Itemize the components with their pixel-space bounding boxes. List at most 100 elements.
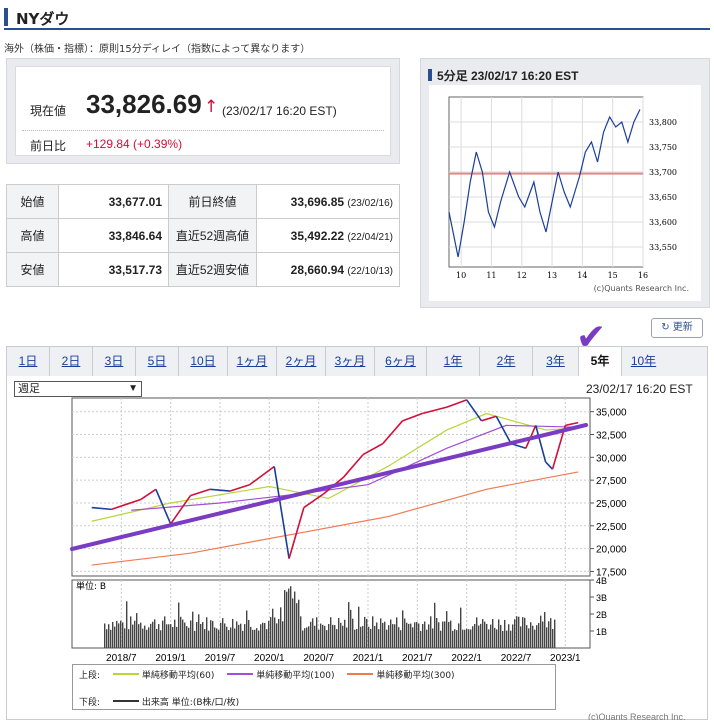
volume-bar	[326, 630, 328, 648]
volume-bar	[536, 625, 538, 648]
volume-bar	[110, 629, 112, 648]
volume-bar	[262, 622, 264, 648]
volume-bar	[394, 624, 396, 648]
volume-bar	[360, 626, 362, 648]
volume-bar	[144, 625, 146, 648]
volume-bar	[390, 619, 392, 648]
volume-bar	[118, 623, 120, 648]
volume-bar	[338, 617, 340, 648]
x-tick-label: 2022/7	[501, 653, 532, 664]
volume-bar	[324, 625, 326, 648]
volume-bar	[304, 628, 306, 648]
volume-bar	[112, 621, 114, 648]
volume-bar	[552, 628, 554, 648]
volume-bar	[382, 622, 384, 648]
volume-bar	[282, 621, 284, 648]
volume-bar	[354, 629, 356, 648]
volume-bar	[332, 624, 334, 648]
volume-bar	[380, 618, 382, 648]
x-tick-label: 2022/1	[451, 653, 482, 664]
volume-bar	[310, 621, 312, 648]
volume-bar	[334, 625, 336, 648]
y-tick-label: 27,500	[596, 476, 627, 487]
volume-bar	[252, 629, 254, 648]
legend-lower-label: 下段:	[79, 698, 101, 708]
volume-bar	[416, 622, 418, 648]
volume-bar	[438, 622, 440, 648]
volume-bar	[142, 628, 144, 648]
volume-bar	[150, 623, 152, 648]
volume-bar	[472, 626, 474, 648]
volume-bar	[292, 598, 294, 648]
volume-bar	[290, 586, 292, 648]
volume-bar	[516, 616, 518, 648]
volume-bar	[124, 628, 126, 648]
volume-bar	[218, 629, 220, 648]
x-tick-label: 2021/7	[402, 653, 433, 664]
volume-bar	[166, 624, 168, 648]
volume-bar	[168, 624, 170, 648]
volume-bar	[224, 623, 226, 648]
volume-bar	[228, 630, 230, 648]
volume-bar	[374, 625, 376, 648]
volume-bar	[440, 630, 442, 648]
volume-bar	[242, 630, 244, 648]
volume-bar	[542, 621, 544, 648]
volume-bar	[426, 629, 428, 648]
volume-bar	[534, 629, 536, 648]
volume-bar	[514, 619, 516, 648]
volume-bar	[266, 629, 268, 648]
volume-bar	[294, 591, 296, 648]
volume-bar	[346, 627, 348, 648]
volume-bar	[460, 607, 462, 648]
volume-bar	[396, 617, 398, 648]
volume-bar	[402, 610, 404, 648]
volume-bar	[214, 627, 216, 648]
volume-bar	[192, 611, 194, 648]
volume-bar	[318, 629, 320, 648]
volume-bar	[240, 623, 242, 648]
volume-bar	[418, 623, 420, 648]
volume-bar	[208, 630, 210, 648]
volume-bar	[434, 602, 436, 648]
volume-bar	[202, 622, 204, 648]
volume-bar	[506, 630, 508, 648]
volume-bar	[206, 617, 208, 648]
volume-bar	[450, 620, 452, 648]
volume-bar	[330, 617, 332, 648]
volume-bar	[140, 622, 142, 648]
volume-bar	[178, 602, 180, 648]
volume-bar	[154, 619, 156, 648]
volume-bar	[196, 622, 198, 648]
volume-bar	[314, 625, 316, 648]
volume-bar	[500, 624, 502, 648]
volume-bar	[464, 629, 466, 648]
volume-bar	[220, 622, 222, 648]
volume-bar	[454, 629, 456, 648]
volume-bar	[548, 621, 550, 648]
volume-bar	[376, 622, 378, 648]
volume-bar	[414, 622, 416, 648]
volume-bar	[538, 623, 540, 648]
volume-bar	[392, 624, 394, 648]
volume-bar	[256, 628, 258, 648]
volume-bar	[358, 606, 360, 648]
volume-bar	[364, 616, 366, 648]
y-tick-label: 32,500	[596, 431, 627, 442]
chart-legend: 上段: 単純移動平均(60) 単純移動平均(100) 単純移動平均(300) 下…	[72, 664, 556, 710]
volume-bar	[400, 630, 402, 648]
volume-bar	[158, 624, 160, 648]
volume-bar	[408, 623, 410, 648]
volume-bar	[486, 623, 488, 648]
volume-bar	[258, 630, 260, 648]
x-tick-label: 2021/1	[353, 653, 384, 664]
volume-bar	[446, 611, 448, 648]
volume-bar	[504, 619, 506, 648]
volume-bar	[184, 622, 186, 648]
volume-bar	[436, 618, 438, 648]
ma300-swatch	[347, 673, 374, 675]
volume-bar	[320, 623, 322, 648]
volume-bar	[156, 628, 158, 648]
volume-swatch	[112, 700, 139, 702]
volume-bar	[182, 619, 184, 648]
